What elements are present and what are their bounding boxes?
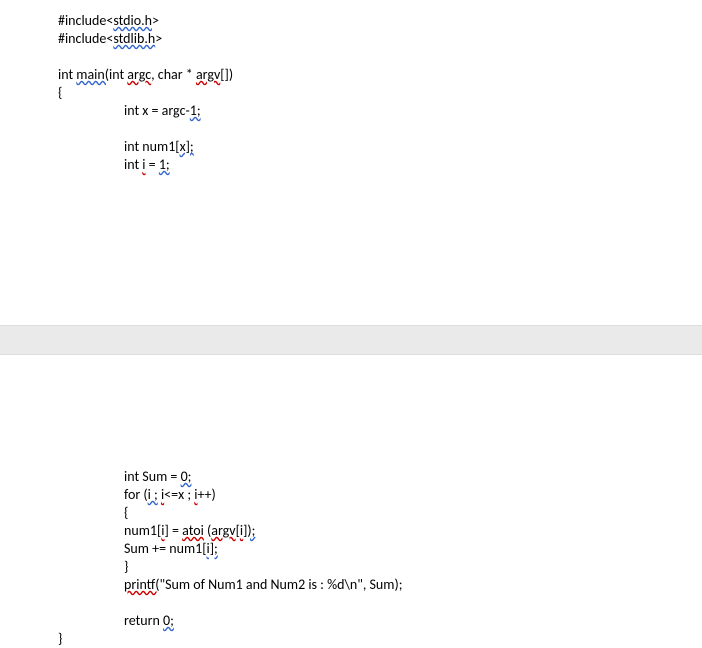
code-text-err: main( [76, 66, 109, 83]
code-section-top: #include<stdio.h> #include<stdlib.h> int… [0, 0, 702, 338]
code-line: int num1[x]; [58, 138, 702, 156]
blank-line [58, 594, 702, 612]
code-line: return 0; [58, 612, 702, 630]
code-line: int x = argc-1; [58, 102, 702, 120]
code-text: int Sum = [124, 468, 181, 485]
code-text: return [124, 612, 163, 629]
code-text: num1[ [124, 522, 161, 539]
code-line: #include<stdio.h> [58, 12, 702, 30]
code-text: int x = argc- [124, 102, 190, 119]
code-text: int [124, 156, 142, 173]
code-text: Sum += num1[ [124, 540, 207, 557]
page-divider [0, 325, 702, 355]
code-text-err: 0; [181, 468, 192, 485]
code-text: int [109, 66, 127, 83]
code-text-err: stdlib.h [113, 30, 155, 47]
code-text-err: x]; [180, 138, 194, 155]
code-text: int [58, 66, 76, 83]
code-text: } [124, 558, 128, 575]
code-text: int num1[ [124, 138, 180, 155]
code-line: Sum += num1[i]; [58, 540, 702, 558]
code-text-err: atoi [182, 522, 204, 539]
code-text: ++) [197, 486, 215, 503]
code-text: = [146, 156, 159, 173]
code-text-err: i ; [148, 486, 158, 503]
code-line: { [58, 504, 702, 522]
code-text-err: argc [127, 66, 151, 83]
code-text: <=x ; [164, 486, 194, 503]
code-line: int Sum = 0; [58, 468, 702, 486]
code-text: > [155, 30, 162, 47]
blank-line [58, 48, 702, 66]
code-line: #include<stdlib.h> [58, 30, 702, 48]
code-text-err: argv [196, 66, 220, 83]
code-line: { [58, 84, 702, 102]
code-text-err: argv [211, 522, 235, 539]
code-text: ] = [165, 522, 183, 539]
code-line: int i = 1; [58, 156, 702, 174]
code-section-bottom: int Sum = 0; for (i ; i<=x ; i++) { num1… [0, 338, 702, 648]
code-text-err: 1; [190, 102, 201, 119]
code-text: []) [220, 66, 233, 83]
code-text: { [58, 84, 62, 101]
code-text: , char * [151, 66, 196, 83]
code-line: printf("Sum of Num1 and Num2 is : %d\n",… [58, 576, 702, 594]
code-text-err: i]; [207, 540, 218, 557]
code-line: int main(int argc, char * argv[]) [58, 66, 702, 84]
code-text: #include< [58, 30, 113, 47]
code-text-err: printf( [124, 576, 160, 593]
code-text: #include< [58, 12, 113, 29]
code-text: { [124, 504, 128, 521]
blank-line [58, 120, 702, 138]
code-text: > [152, 12, 159, 29]
code-text-err: 1; [159, 156, 170, 173]
code-text: } [58, 630, 62, 647]
code-line: } [58, 630, 702, 648]
code-line: } [58, 558, 702, 576]
code-text-err: ]); [243, 522, 255, 539]
code-line: num1[i] = atoi (argv[i]); [58, 522, 702, 540]
code-text: "Sum of Num1 and Num2 is : %d\n", Sum); [160, 576, 403, 593]
code-line: for (i ; i<=x ; i++) [58, 486, 702, 504]
code-text-err: 0; [163, 612, 174, 629]
code-text: for ( [124, 486, 148, 503]
code-text-err: stdio.h [113, 12, 152, 29]
